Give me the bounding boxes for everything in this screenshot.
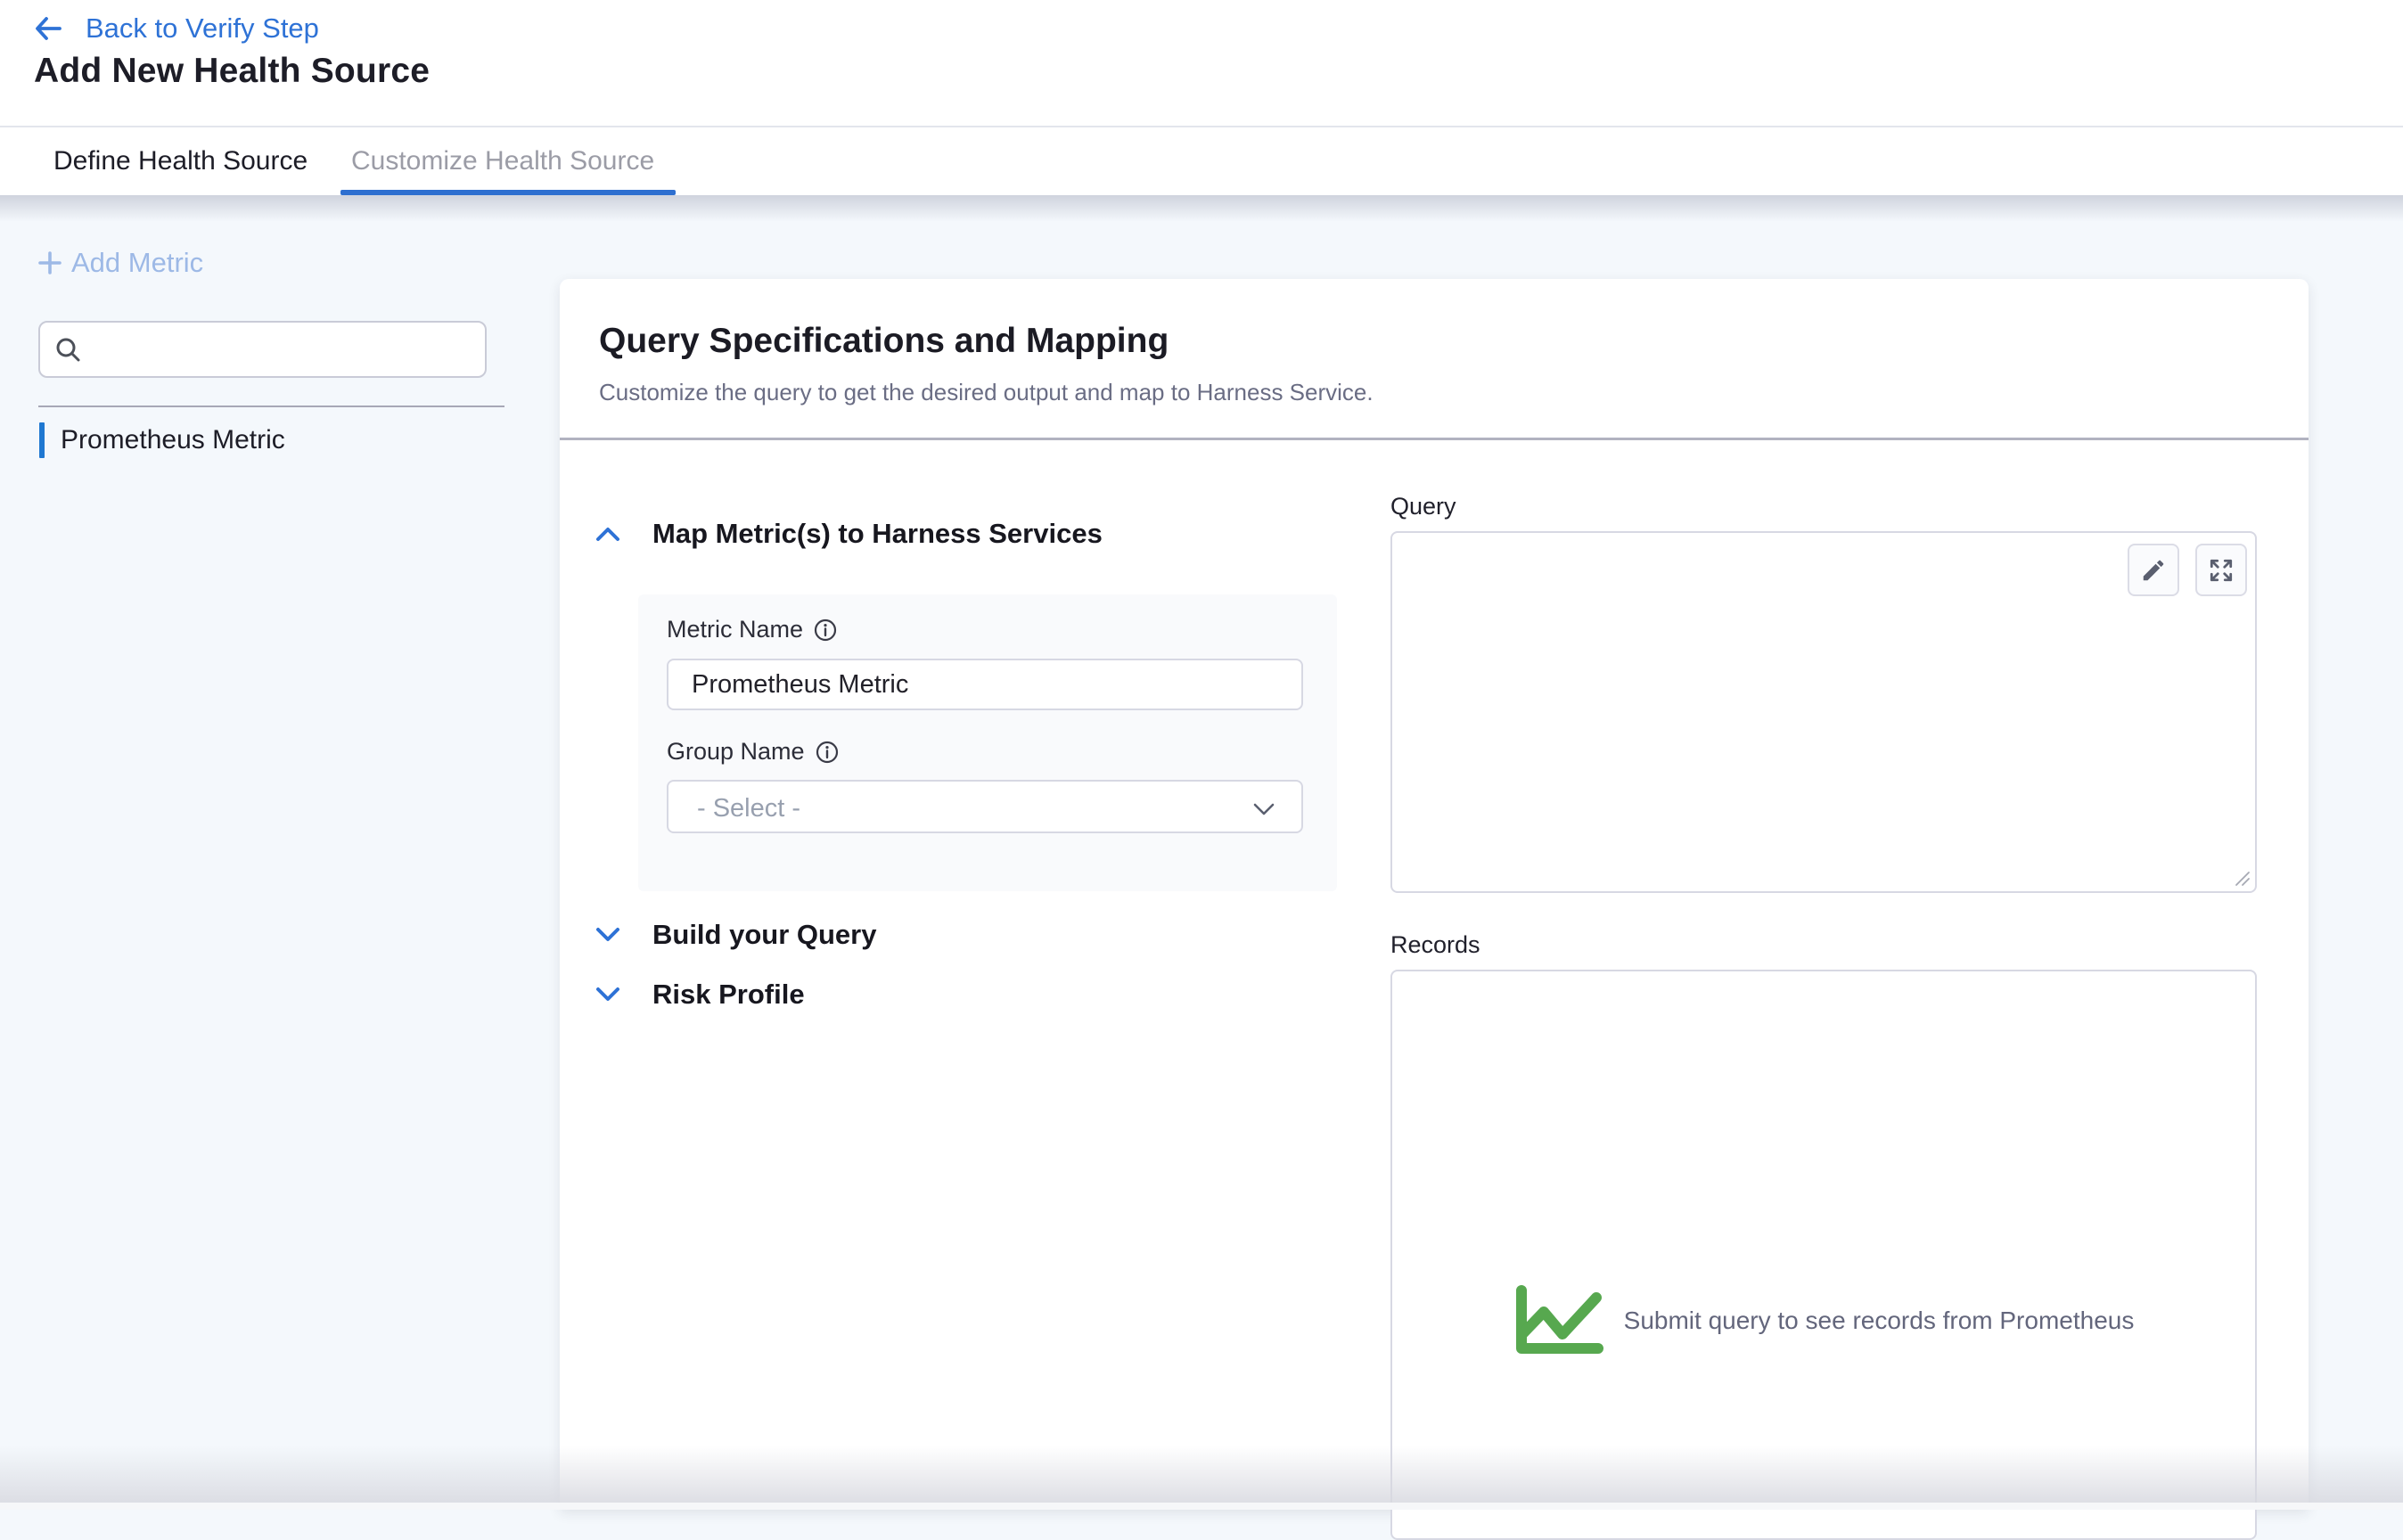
- expand-icon: [2208, 557, 2235, 584]
- group-name-placeholder: - Select -: [697, 794, 800, 823]
- group-name-label: Group Name: [667, 738, 805, 766]
- panel-subtitle: Customize the query to get the desired o…: [599, 379, 1374, 406]
- search-icon: [53, 335, 84, 365]
- pencil-icon: [2140, 557, 2167, 584]
- panel-divider: [560, 438, 2309, 440]
- tab-define-health-source[interactable]: Define Health Source: [53, 127, 308, 195]
- info-icon[interactable]: [816, 741, 839, 764]
- sidebar-divider: [38, 405, 504, 407]
- back-link-label: Back to Verify Step: [86, 12, 319, 45]
- metric-name-label: Metric Name: [667, 616, 803, 643]
- sidebar-item-prometheus-metric[interactable]: Prometheus Metric: [39, 422, 285, 458]
- records-empty-state: Submit query to see records from Prometh…: [1392, 1285, 2255, 1356]
- chevron-down-icon: [595, 927, 620, 943]
- health-source-tabbar: Define Health Source Customize Health So…: [0, 127, 2403, 195]
- info-icon[interactable]: [814, 618, 837, 642]
- records-panel: Submit query to see records from Prometh…: [1390, 970, 2257, 1540]
- arrow-left-icon: [34, 16, 62, 41]
- active-tab-indicator: [340, 190, 676, 195]
- group-name-select[interactable]: - Select -: [667, 780, 1303, 833]
- add-metric-label: Add Metric: [71, 247, 203, 279]
- metric-search-input[interactable]: [94, 326, 480, 373]
- resize-handle-icon[interactable]: [2235, 871, 2251, 887]
- plus-icon: [36, 249, 64, 277]
- metric-name-input[interactable]: [667, 659, 1303, 710]
- group-name-label-row: Group Name: [667, 738, 839, 766]
- add-metric-button[interactable]: Add Metric: [36, 247, 203, 279]
- metric-name-label-row: Metric Name: [667, 616, 837, 643]
- page-title: Add New Health Source: [34, 52, 430, 91]
- metric-item-label: Prometheus Metric: [61, 425, 285, 455]
- map-metric-form: Metric Name Group Name - Select: [638, 594, 1337, 891]
- back-to-verify-step-link[interactable]: Back to Verify Step: [34, 12, 319, 45]
- chevron-down-icon: [595, 987, 620, 1003]
- query-textarea[interactable]: [1390, 531, 2257, 893]
- section-risk-profile[interactable]: Risk Profile: [595, 979, 805, 1011]
- tab-customize-health-source[interactable]: Customize Health Source: [351, 127, 654, 195]
- selected-indicator-bar: [39, 422, 45, 458]
- panel-title: Query Specifications and Mapping: [599, 322, 1169, 361]
- records-label: Records: [1390, 931, 1480, 959]
- metric-search: [38, 321, 487, 378]
- section-build-your-query[interactable]: Build your Query: [595, 919, 876, 951]
- section-map-metrics-label: Map Metric(s) to Harness Services: [652, 518, 1103, 550]
- tabbar-shadow: [0, 195, 2403, 222]
- chevron-up-icon: [595, 526, 620, 542]
- section-build-your-query-label: Build your Query: [652, 919, 876, 951]
- expand-query-button[interactable]: [2195, 544, 2247, 596]
- line-chart-icon: [1513, 1285, 1606, 1356]
- section-risk-profile-label: Risk Profile: [652, 979, 805, 1011]
- query-specifications-panel: Query Specifications and Mapping Customi…: [560, 279, 2309, 1510]
- chevron-down-icon: [1253, 803, 1275, 815]
- query-label: Query: [1390, 493, 1456, 520]
- page-header: Back to Verify Step Add New Health Sourc…: [0, 0, 2403, 127]
- section-map-metrics[interactable]: Map Metric(s) to Harness Services: [595, 518, 1103, 550]
- records-empty-message: Submit query to see records from Prometh…: [1624, 1307, 2135, 1335]
- edit-query-button[interactable]: [2128, 544, 2179, 596]
